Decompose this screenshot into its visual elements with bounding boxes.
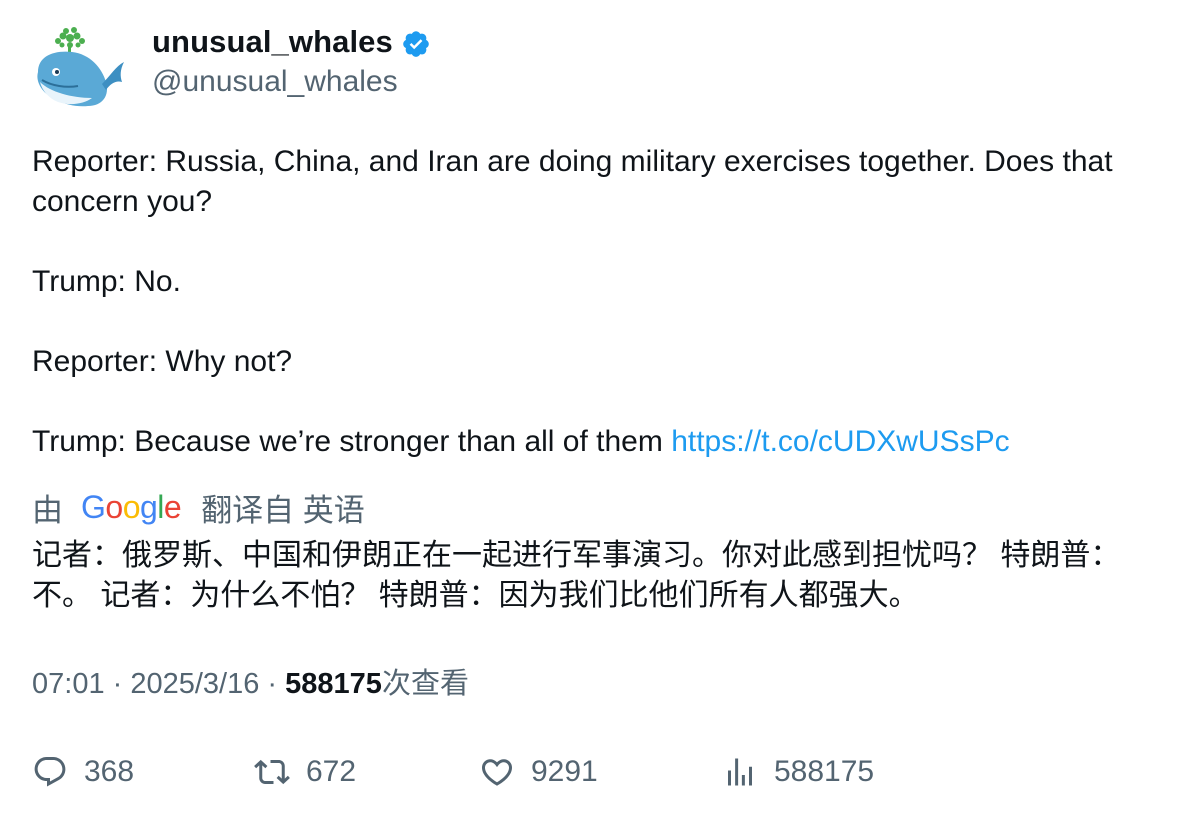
- display-name-row: unusual_whales: [152, 22, 431, 62]
- analytics-icon: [728, 758, 752, 786]
- retweet-button[interactable]: 672: [254, 750, 356, 794]
- tweet-line: Trump: No.: [32, 265, 181, 298]
- like-count: 9291: [531, 755, 598, 788]
- meta-separator: ·: [259, 668, 286, 700]
- translation-prefix: 由: [32, 492, 63, 528]
- google-logo[interactable]: Google: [81, 489, 182, 526]
- translated-text: 记者：俄罗斯、中国和伊朗正在一起进行军事演习。你对此感到担忧吗？ 特朗普：不。 …: [32, 539, 1121, 612]
- tweet-date[interactable]: 2025/3/16: [130, 668, 259, 700]
- display-name[interactable]: unusual_whales: [152, 24, 393, 60]
- tweet-link[interactable]: https://t.co/cUDXwUSsPc: [671, 425, 1009, 458]
- translation-attribution: 由 Google 翻译自 英语: [32, 486, 365, 528]
- views-button[interactable]: 588175: [722, 750, 874, 794]
- reply-button[interactable]: 368: [32, 750, 134, 794]
- retweet-count: 672: [306, 755, 357, 788]
- verified-badge-icon[interactable]: [401, 29, 431, 59]
- reply-icon: [34, 757, 66, 787]
- like-button[interactable]: 9291: [479, 750, 598, 794]
- whale-logo-icon: [37, 27, 124, 107]
- tweet-line: Trump: Because we’re stronger than all o…: [32, 422, 1152, 462]
- views-action-count: 588175: [774, 755, 875, 788]
- retweet-icon: [254, 759, 290, 785]
- tweet-time[interactable]: 07:01: [32, 668, 105, 700]
- avatar[interactable]: [32, 26, 126, 112]
- author-header: unusual_whales @unusual_whales: [152, 22, 431, 102]
- tweet-line: Reporter: Russia, China, and Iran are do…: [32, 145, 1113, 218]
- views-label: 次查看: [381, 668, 469, 700]
- heart-icon: [481, 759, 513, 786]
- meta-separator: ·: [104, 668, 131, 700]
- handle[interactable]: @unusual_whales: [152, 62, 431, 102]
- action-bar: 368 672 9291 588175: [32, 750, 1162, 794]
- tweet-line-text: Trump: Because we’re stronger than all o…: [32, 425, 672, 458]
- tweet-text: Reporter: Russia, China, and Iran are do…: [32, 142, 1152, 462]
- views-count: 588175: [285, 668, 382, 700]
- tweet-meta: 07:01 · 2025/3/16 · 588175次查看: [32, 664, 469, 704]
- translation-suffix: 翻译自 英语: [201, 492, 365, 528]
- tweet-line: Reporter: Why not?: [32, 345, 293, 378]
- reply-count: 368: [84, 755, 135, 788]
